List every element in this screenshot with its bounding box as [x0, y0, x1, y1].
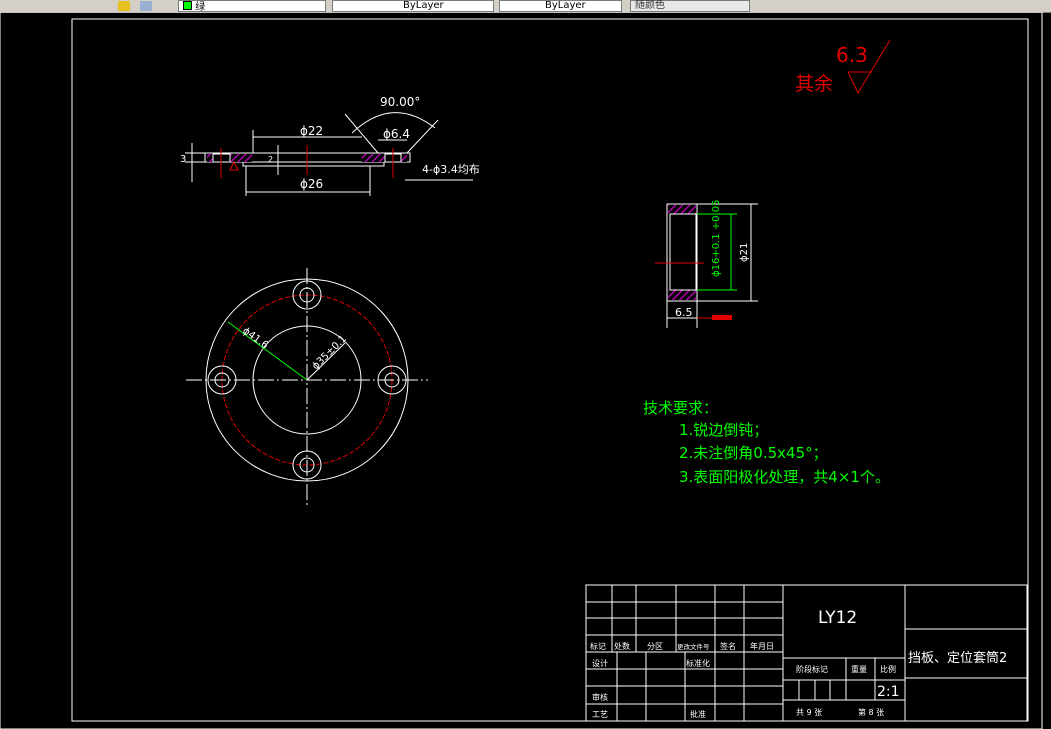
- green-swatch-icon: [183, 1, 192, 10]
- tech-req-item: 3.表面阳极化处理，共4×1个。: [679, 468, 890, 486]
- tech-req-item: 1.锐边倒钝；: [679, 421, 768, 439]
- part-name: 挡板、定位套筒2: [908, 650, 1007, 666]
- dia-16-dimension: ϕ16+0.1 +0.05: [711, 200, 722, 277]
- standardization-label: 标准化: [686, 658, 710, 668]
- dia-26-dimension: ϕ26: [300, 177, 323, 191]
- tech-req-item: 2.未注倒角0.5x45°；: [679, 444, 828, 462]
- holes-note: 4-ϕ3.4均布: [422, 163, 480, 176]
- thickness-dimension: 3: [180, 154, 186, 165]
- linetype-select[interactable]: ByLayer: [332, 0, 494, 12]
- dia-22-dimension: ϕ22: [300, 124, 323, 138]
- approve-label: 批准: [690, 709, 706, 719]
- sheet-number: 第 8 张: [858, 707, 884, 717]
- scale-value: 2:1: [877, 684, 900, 700]
- dia-41-6-dimension: ϕ41.6: [240, 326, 270, 352]
- dia-6-4-dimension: ϕ6.4: [383, 127, 410, 141]
- process-label: 工艺: [592, 710, 608, 719]
- header-zone: 分区: [647, 642, 663, 651]
- section-dimensions: 90.00° ϕ22 ϕ6.4 ϕ26 3 2 4-ϕ3.4均布: [180, 95, 480, 191]
- dia-21-dimension: ϕ21: [739, 243, 750, 262]
- title-block-text: 标记 处数 分区 更改文件号 签名 年月日 设计 标准化 审核 工艺 批准 阶段…: [590, 608, 1007, 719]
- roughness-other-label: 其余: [795, 73, 833, 95]
- flange-view: [186, 268, 428, 505]
- material-label: LY12: [818, 608, 857, 628]
- header-count: 处数: [614, 641, 630, 651]
- sheet-border: [0, 12, 1043, 729]
- lineweight-value: ByLayer: [545, 0, 586, 11]
- roughness-symbol: 其余 6.3: [795, 39, 891, 95]
- design-label: 设计: [592, 658, 608, 668]
- linetype-value: ByLayer: [403, 0, 444, 11]
- weight-label: 重量: [851, 664, 867, 674]
- section-view: [185, 112, 473, 196]
- lineweight-select[interactable]: ByLayer: [499, 0, 622, 12]
- drawing-canvas[interactable]: 其余 6.3 90.00° ϕ22 ϕ6.4 ϕ26 3 2 4-ϕ3.4均布: [0, 12, 1051, 729]
- header-date: 年月日: [750, 641, 774, 651]
- color-select[interactable]: 绿: [178, 0, 326, 12]
- technical-requirements: 技术要求： 1.锐边倒钝； 2.未注倒角0.5x45°； 3.表面阳极化处理，共…: [643, 399, 890, 486]
- sheets-total: 共 9 张: [796, 708, 822, 717]
- sleeve-view: [655, 203, 758, 328]
- tech-req-title: 技术要求：: [643, 399, 718, 417]
- header-change-doc: 更改文件号: [677, 642, 710, 651]
- layer-previous-icon[interactable]: [140, 1, 152, 11]
- plotstyle-select[interactable]: 随颜色: [630, 0, 750, 12]
- review-label: 审核: [592, 692, 608, 702]
- layer-state-icon[interactable]: [118, 1, 130, 11]
- header-mark: 标记: [590, 641, 606, 651]
- roughness-value: 6.3: [836, 43, 868, 67]
- length-dimension: 6.5: [675, 306, 693, 319]
- stage-mark-label: 阶段标记: [796, 664, 828, 674]
- dia-35-dimension: ϕ35±0.1: [310, 334, 349, 373]
- depth-dimension: 2: [268, 155, 273, 164]
- scale-label: 比例: [880, 664, 896, 674]
- angle-dimension: 90.00°: [380, 95, 420, 109]
- drawing-frame: [71, 18, 1029, 722]
- header-signature: 签名: [720, 641, 736, 651]
- plotstyle-value: 随颜色: [635, 0, 665, 11]
